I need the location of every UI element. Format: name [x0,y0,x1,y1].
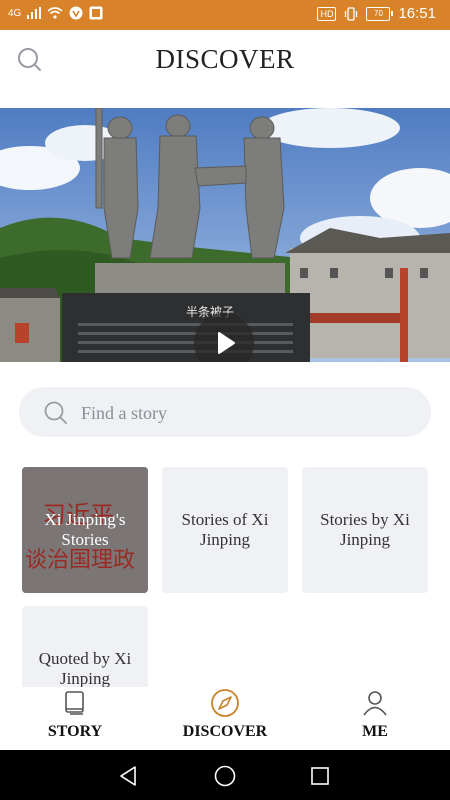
nav-home-button[interactable] [213,764,237,788]
app-notification-icon [69,6,83,20]
category-label: Stories by Xi Jinping [320,510,410,549]
tab-me[interactable]: ME [300,687,450,750]
battery-indicator: 70 [366,6,394,21]
category-tile-stories-of-xi-jinping[interactable]: Stories of Xi Jinping [162,467,288,593]
clock: 16:51 [398,5,436,22]
compass-icon [211,689,239,717]
tab-label: ME [362,723,388,740]
system-navigation-bar [0,750,450,800]
book-icon [65,691,84,715]
category-grid: 习近平 谈治国理政 Xi Jinping's Stories Stories o… [22,467,432,687]
search-icon [44,401,67,424]
category-label: Stories of Xi Jinping [181,510,269,549]
category-label: Xi Jinping's Stories [44,510,126,549]
cover-text-bottom: 谈治国理政 [25,548,135,573]
signal-icon [27,7,42,19]
tab-label: DISCOVER [182,723,268,740]
story-search-input[interactable] [79,399,403,427]
app-notification-icon-2 [89,6,103,20]
status-icons-left: 4G [8,6,103,20]
category-tile-quoted-by-xi-jinping[interactable]: Quoted by Xi Jinping [22,606,148,687]
home-circle-icon [214,765,236,787]
tab-discover[interactable]: DISCOVER [150,687,300,750]
page-title: DISCOVER [155,44,295,74]
status-bar: 4G HD 70 16:51 [0,0,450,30]
user-icon [363,691,387,716]
category-tile-stories-by-xi-jinping[interactable]: Stories by Xi Jinping [302,467,428,593]
nav-back-button[interactable] [116,764,140,788]
category-tile-xi-jinpings-stories[interactable]: 习近平 谈治国理政 Xi Jinping's Stories [22,467,148,593]
hero-video-banner[interactable]: 半条被子 [0,108,450,362]
tab-label: STORY [47,723,103,740]
nav-recents-button[interactable] [308,764,332,788]
play-icon [218,332,235,354]
top-header: DISCOVER [0,30,450,90]
status-icons-right: HD 70 16:51 [317,5,436,22]
bottom-tab-bar: STORY DISCOVER ME [0,687,450,750]
recents-square-icon [311,767,329,785]
tab-story[interactable]: STORY [0,687,150,750]
battery-level: 70 [374,8,383,18]
story-search-box[interactable] [19,387,431,437]
network-indicator: 4G [8,7,22,19]
hd-badge: HD [317,6,337,21]
back-triangle-icon [120,766,136,786]
wifi-icon [47,7,63,19]
category-label: Quoted by Xi Jinping [38,649,132,687]
vibrate-icon [345,6,358,21]
